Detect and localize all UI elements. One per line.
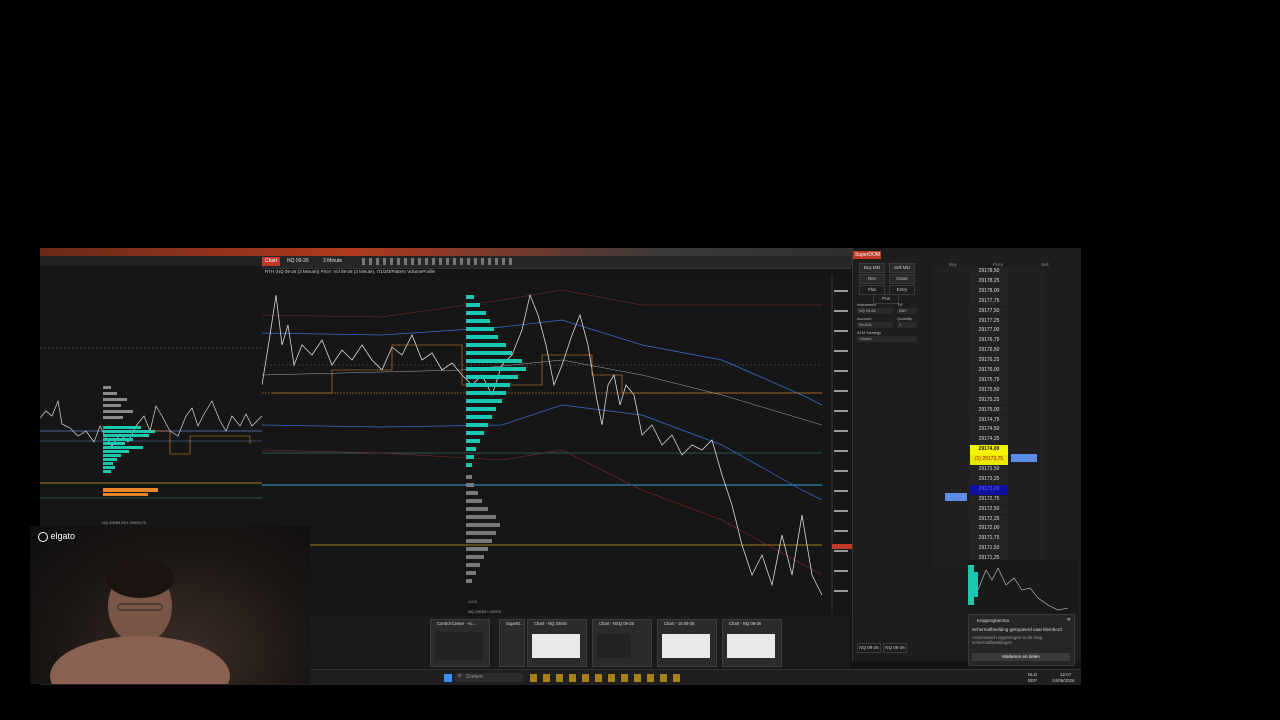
tab-chart[interactable]: Chart [262, 257, 281, 266]
tray-language[interactable]: NLD [1028, 672, 1037, 677]
thumbnail-chart-nsq[interactable]: Chart - NSQ 09-26 [592, 619, 652, 667]
ladder-price-row[interactable]: 29175,50 [970, 385, 1008, 396]
screenshot-toast[interactable]: Knipprogramma ✕ Schermafbeelding gekopie… [968, 614, 1075, 666]
ladder-price-row[interactable]: 29171,50 [970, 544, 1008, 554]
ladder-price-row[interactable]: 29172,50 [970, 504, 1008, 515]
ladder-price-row[interactable]: 29172,75 [970, 494, 1008, 505]
toolbar-icons[interactable] [362, 258, 512, 265]
buy-market-button[interactable]: Buy Mkt [859, 263, 885, 273]
ladder-price-row[interactable]: 29175,00 [970, 405, 1008, 416]
thumbnail-chart-nq-30min[interactable]: Chart - NQ 30min [527, 619, 587, 667]
atm-strategy-select[interactable]: <None> [857, 336, 917, 342]
ladder-price-row[interactable]: 29176,00 [970, 366, 1008, 376]
ladder-price-row[interactable]: 29177,25 [970, 316, 1008, 327]
ladder-price-row[interactable]: 29177,50 [970, 306, 1008, 317]
ladder-price-row[interactable]: 29176,25 [970, 356, 1008, 366]
elgato-watermark: elgato [38, 531, 75, 542]
ladder-price-row[interactable]: 29178,00 [970, 286, 1008, 297]
tray-time[interactable]: 12:07 [1060, 672, 1071, 677]
ladder-price-row[interactable]: 29174,50 [970, 425, 1008, 436]
start-icon[interactable] [444, 674, 452, 682]
ladder-price-row[interactable]: 29174,75 [970, 415, 1008, 426]
ladder-price-row[interactable]: 29177,75 [970, 296, 1008, 307]
taskbar-search[interactable]: ⌕ Zoeken [454, 673, 524, 682]
tab-interval[interactable]: 3 Minute [320, 257, 345, 266]
main-chart-footer-right: NQ 29093 ▪ 29070 [468, 609, 501, 614]
tray-date[interactable]: 24/06/2026 [1052, 678, 1075, 683]
quantity-input[interactable]: 1 [897, 322, 917, 328]
thumbnail-control-center[interactable]: Control Center - Ac... [430, 619, 490, 667]
tif-select[interactable]: DAY [897, 308, 917, 314]
dom-tab-1[interactable]: NQ 09-26 [857, 643, 881, 653]
price-ladder[interactable]: 29178,50 29178,25 29178,00 29177,75 29177,50… [933, 258, 1073, 567]
account-label: Account [857, 316, 872, 321]
ladder-price-row[interactable]: 29176,50 [970, 346, 1008, 356]
thumbnail-superdom[interactable]: SuperD... [499, 619, 525, 667]
toast-share-button[interactable]: Markeren en delen [972, 653, 1070, 661]
tray-layout[interactable]: BEP [1028, 678, 1037, 683]
ladder-price-row[interactable]: 29173,25 [970, 474, 1008, 485]
atm-strategy-label: ATM Strategy [857, 330, 882, 335]
sell-order-marker[interactable] [1011, 454, 1037, 462]
thumbnail-chart-15[interactable]: Chart - 15 09-26 [657, 619, 717, 667]
ladder-price-row[interactable]: 29175,25 [970, 395, 1008, 406]
instrument-label: Instrument [857, 302, 876, 307]
instrument-select[interactable]: NQ 09-26 [857, 308, 893, 314]
webcam-person [50, 558, 230, 684]
ladder-price-row[interactable]: 29173,00 [970, 484, 1008, 495]
ladder-price-row[interactable]: 29174,25 [970, 435, 1008, 446]
dom-mini-chart [968, 560, 1078, 615]
ladder-price-row[interactable]: 29178,25 [970, 276, 1008, 287]
left-chart-titlebar[interactable] [40, 256, 262, 266]
webcam-overlay [30, 526, 310, 684]
ladder-price-row[interactable]: 29175,75 [970, 375, 1008, 386]
superdom-title: SuperDOM [853, 251, 881, 259]
sell-market-button[interactable]: Sell Mkt [889, 263, 915, 273]
account-select[interactable]: Sim101 [857, 322, 893, 328]
quantity-label: Quantity [897, 316, 912, 321]
ladder-price-row[interactable]: 29177,00 [970, 326, 1008, 337]
close-position-button[interactable]: Close [889, 274, 915, 284]
taskbar-app-icons[interactable] [530, 674, 680, 682]
thumbnail-chart-nq-0926[interactable]: Chart - NQ 09-26 [722, 619, 782, 667]
reverse-button[interactable]: Rev [859, 274, 885, 284]
tab-instrument[interactable]: NQ 09-26 [284, 257, 312, 266]
main-chart-footer-left: 1:0:0 [468, 599, 477, 604]
elgato-brand: elgato [50, 531, 76, 541]
toast-close-icon[interactable]: ✕ [1067, 617, 1071, 623]
ladder-price-row[interactable]: 29173,50 [970, 465, 1008, 475]
ladder-price-row[interactable]: 29178,50 [970, 267, 1008, 277]
ladder-price-row[interactable]: 29172,00 [970, 524, 1008, 535]
toast-app-name: Knipprogramma [977, 618, 1010, 623]
toast-message: Schermafbeelding gekopieerd naar klembor… [972, 627, 1062, 632]
ladder-price-row[interactable]: 29171,75 [970, 534, 1008, 545]
left-chart[interactable] [40, 266, 262, 526]
ladder-price-row[interactable]: (1) 29173,75 [970, 455, 1008, 465]
ladder-price-row[interactable]: 29174,00 [970, 445, 1008, 455]
tif-label: TIF [897, 302, 903, 307]
search-icon: ⌕ [458, 673, 462, 679]
dom-tab-2[interactable]: NQ 09-26 [883, 643, 907, 653]
buy-order-marker[interactable] [945, 493, 967, 501]
ladder-price-row[interactable]: 29176,75 [970, 336, 1008, 347]
main-chart[interactable] [262, 275, 852, 615]
ladder-price-row[interactable]: 29172,25 [970, 514, 1008, 525]
toast-detail: Automatisch opgeslagen in de map scherma… [972, 635, 1043, 645]
left-chart-footer: NQ 29089,25 ▪ 29029,75 [102, 520, 147, 525]
elgato-logo-icon [38, 531, 48, 542]
search-placeholder: Zoeken [466, 674, 483, 680]
position-label: Pos [873, 294, 899, 304]
chart-subtitle: RTH (NQ 09-26 (3 Minute)) Price: Vol 09-… [265, 269, 435, 274]
superdom-window: SuperDOM Buy Mkt Sell Mkt Rev Close Flat… [852, 248, 1081, 661]
